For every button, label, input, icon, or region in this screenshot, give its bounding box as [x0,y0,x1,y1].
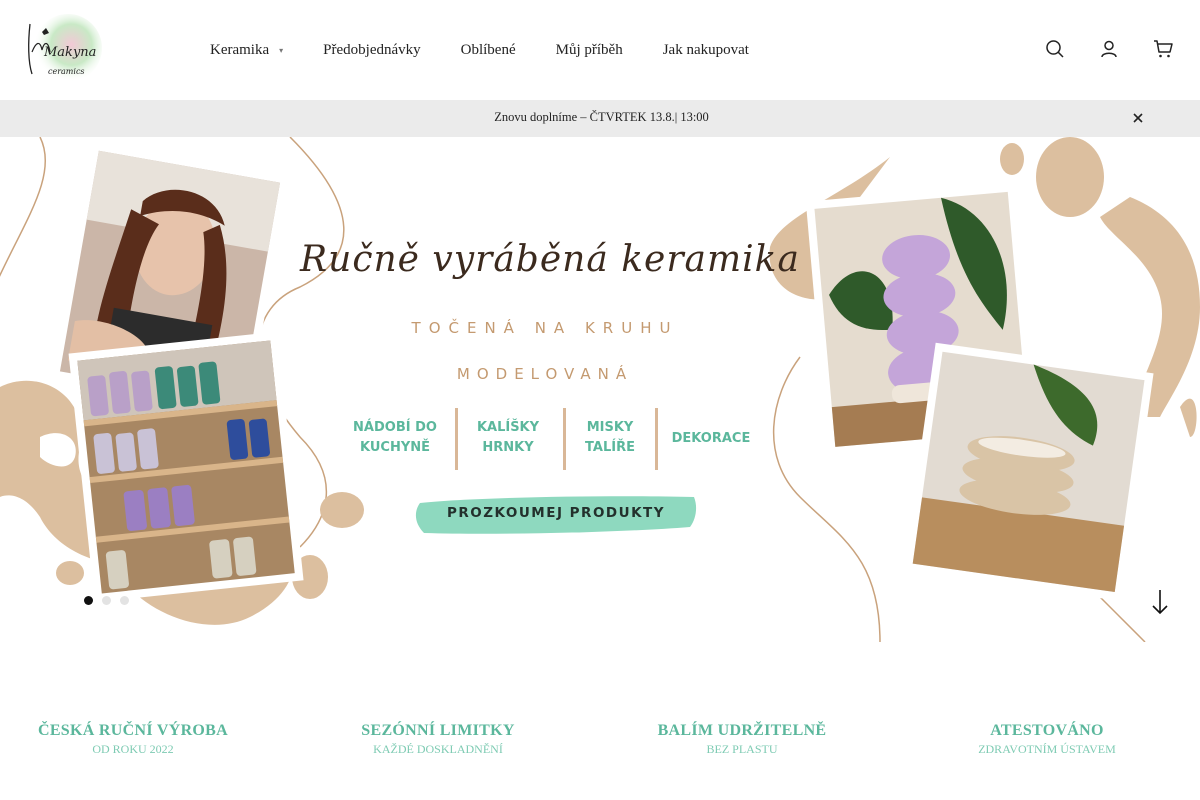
category-line-2: TALÍŘE [585,440,635,455]
svg-text:ceramics: ceramics [48,67,85,76]
hero-title: Ručně vyráběná keramika [300,239,800,280]
nav-item-label: Oblíbené [460,41,516,58]
header-actions [1012,38,1174,60]
main-nav: Keramika ▾ Předobjednávky Oblíbené Můj p… [210,0,789,100]
feature-title: ATESTOVÁNO [990,722,1104,739]
announcement-text: Znovu doplníme – ČTVRTEK 13.8.| 13:00 [0,110,1200,125]
hero-slider: Ručně vyráběná keramika TOČENÁ NA KRUHU … [0,137,1200,642]
nav-item-label: Keramika [210,41,270,58]
nav-item-label: Předobjednávky [323,41,421,58]
category-line-1: NÁDOBÍ DO [353,420,437,435]
hero-category-nadobi[interactable]: NÁDOBÍ DO KUCHYNĚ [350,418,440,458]
feature-title: SEZÓNNÍ LIMITKY [361,722,515,739]
arrow-down-icon[interactable] [1149,587,1171,617]
hero-artwork [0,137,1200,642]
nav-item-label: Můj příběh [555,41,623,58]
close-icon[interactable] [1131,111,1145,125]
certified-icon [1039,672,1055,708]
feature-subtitle: OD ROKU 2022 [92,742,174,756]
hero-category-misky[interactable]: MISKY TALÍŘE [574,418,646,458]
leaf-icon [734,672,750,708]
nav-item-muj-pribeh[interactable]: Můj příběh [556,42,623,59]
nav-item-keramika[interactable]: Keramika ▾ [210,42,283,59]
nav-item-predobjednavky[interactable]: Předobjednávky [323,42,420,59]
hero-subtitle-2: MODELOVANÁ [456,365,634,383]
announcement-bar: Znovu doplníme – ČTVRTEK 13.8.| 13:00 [0,100,1200,137]
slider-dot-2[interactable] [102,596,111,605]
hero-subtitle-1: TOČENÁ NA KRUHU [411,319,679,337]
category-line-2: HRNKY [482,440,534,455]
handmade-icon [125,672,141,708]
category-divider [563,408,566,470]
hero-category-dekorace[interactable]: DEKORACE [666,429,756,449]
cta-label: PROZKOUMEJ PRODUKTY [446,505,666,521]
slider-dots [84,596,138,605]
announcement-message: Znovu doplníme – ČTVRTEK 13.8.| 13:00 [494,110,709,124]
feature-title: BALÍM UDRŽITELNĚ [657,722,827,739]
nav-item-oblibene[interactable]: Oblíbené [461,42,516,59]
cart-icon[interactable] [1152,38,1174,60]
category-line-1: KALÍŠKY [476,420,540,435]
dropdown-chevron-icon: ▾ [279,45,284,55]
features-row: ČESKÁ RUČNÍ VÝROBA OD ROKU 2022 SEZÓNNÍ … [0,672,1200,772]
slider-dot-1[interactable] [84,596,93,605]
feature-certified: ATESTOVÁNO ZDRAVOTNÍM ÚSTAVEM [897,672,1197,757]
category-divider [455,408,458,470]
feature-title: ČESKÁ RUČNÍ VÝROBA [37,722,229,739]
nav-item-label: Jak nakupovat [662,41,749,58]
search-icon[interactable] [1044,38,1066,60]
brand-logo[interactable]: Makyna ceramics [22,12,108,88]
svg-text:Makyna: Makyna [43,45,96,60]
feature-subtitle: BEZ PLASTU [706,742,778,756]
feature-sustainable: BALÍM UDRŽITELNĚ BEZ PLASTU [592,672,892,757]
feature-subtitle: ZDRAVOTNÍM ÚSTAVEM [978,742,1116,756]
category-line-2: KUCHYNĚ [360,440,430,455]
explore-products-button[interactable]: PROZKOUMEJ PRODUKTY [414,493,698,535]
seasonal-icon [430,672,446,708]
feature-subtitle: KAŽDÉ DOSKLADNĚNÍ [373,742,503,756]
category-divider [655,408,658,470]
slider-dot-3[interactable] [120,596,129,605]
category-line-1: DEKORACE [671,431,751,446]
nav-item-jak-nakupovat[interactable]: Jak nakupovat [663,42,749,59]
user-icon[interactable] [1098,38,1120,60]
hero-category-kalisky[interactable]: KALÍŠKY HRNKY [466,418,550,458]
site-header: Makyna ceramics Keramika ▾ Předobjednávk… [0,0,1200,100]
feature-seasonal: SEZÓNNÍ LIMITKY KAŽDÉ DOSKLADNĚNÍ [288,672,588,757]
feature-handmade: ČESKÁ RUČNÍ VÝROBA OD ROKU 2022 [0,672,283,757]
category-line-1: MISKY [586,420,634,435]
